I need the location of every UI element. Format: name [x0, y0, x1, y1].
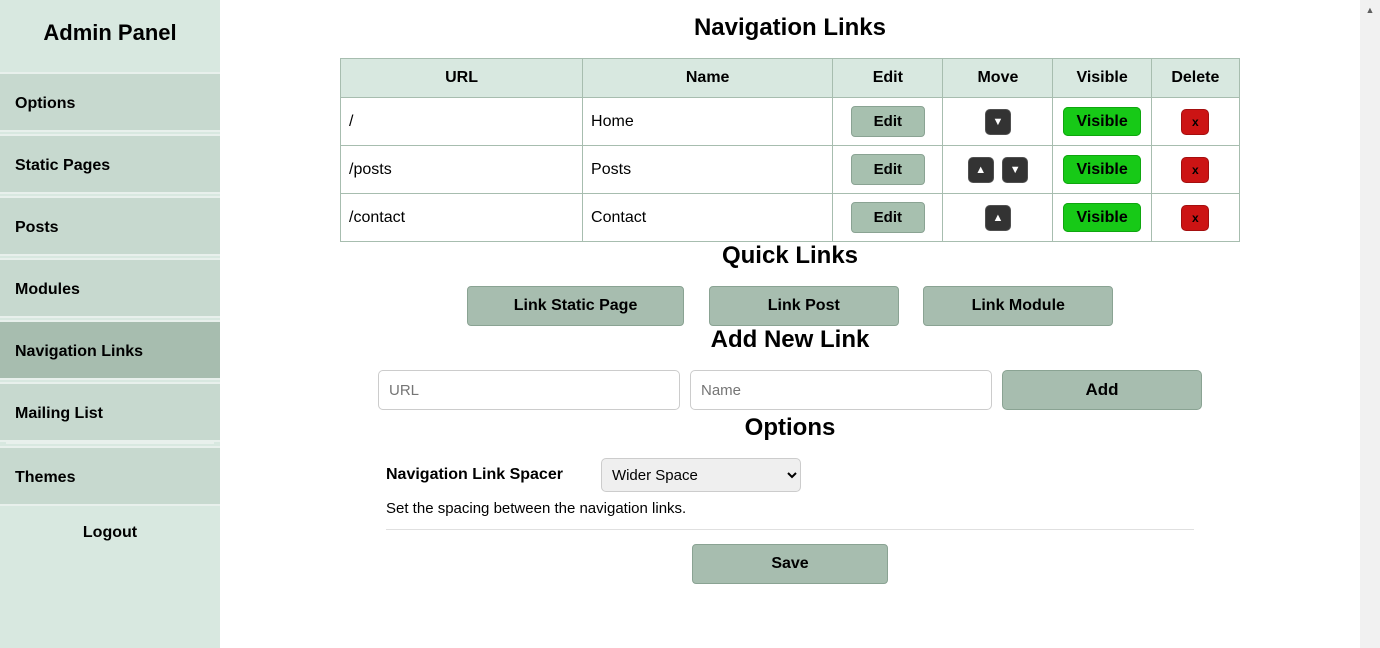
spacer-select[interactable]: Wider Space: [601, 458, 801, 492]
cell-url: /posts: [341, 146, 583, 194]
cell-name-value: Contact: [583, 194, 833, 242]
heading-add-new-link: Add New Link: [340, 326, 1240, 354]
th-name: Name: [583, 59, 833, 98]
delete-button[interactable]: x: [1181, 205, 1209, 231]
cell-name-value: Home: [583, 98, 833, 146]
spacer-description: Set the spacing between the navigation l…: [386, 500, 1194, 517]
move-up-button[interactable]: ▲: [985, 205, 1011, 231]
move-up-button[interactable]: ▲: [968, 157, 994, 183]
x-icon: x: [1192, 115, 1199, 129]
x-icon: x: [1192, 163, 1199, 177]
move-down-button[interactable]: ▼: [1002, 157, 1028, 183]
visible-toggle[interactable]: Visible: [1063, 203, 1140, 232]
edit-button[interactable]: Edit: [851, 202, 925, 233]
sidebar-item-options[interactable]: Options: [0, 72, 220, 132]
brand-title: Admin Panel: [0, 0, 220, 70]
visible-toggle[interactable]: Visible: [1063, 107, 1140, 136]
heading-quick-links: Quick Links: [340, 242, 1240, 270]
link-module-button[interactable]: Link Module: [923, 286, 1113, 326]
th-edit: Edit: [833, 59, 943, 98]
delete-button[interactable]: x: [1181, 157, 1209, 183]
heading-options: Options: [340, 414, 1240, 442]
sidebar-item-navigation-links[interactable]: Navigation Links: [0, 320, 220, 380]
th-move: Move: [943, 59, 1053, 98]
url-input[interactable]: [378, 370, 680, 410]
triangle-down-icon: ▼: [1010, 164, 1021, 176]
window-scrollbar[interactable]: ▲: [1360, 0, 1380, 648]
cell-url: /contact: [341, 194, 583, 242]
triangle-up-icon: ▲: [1360, 0, 1380, 20]
save-button[interactable]: Save: [692, 544, 887, 584]
x-icon: x: [1192, 211, 1199, 225]
visible-toggle[interactable]: Visible: [1063, 155, 1140, 184]
name-input[interactable]: [690, 370, 992, 410]
th-delete: Delete: [1151, 59, 1239, 98]
add-button[interactable]: Add: [1002, 370, 1202, 410]
main-content: Navigation Links URL Name Edit Move Visi…: [220, 0, 1360, 648]
delete-button[interactable]: x: [1181, 109, 1209, 135]
triangle-up-icon: ▲: [992, 212, 1003, 224]
th-url: URL: [341, 59, 583, 98]
link-post-button[interactable]: Link Post: [709, 286, 899, 326]
logout-link[interactable]: Logout: [0, 506, 220, 560]
table-row: / Home Edit ▼ Visible x: [341, 98, 1240, 146]
edit-button[interactable]: Edit: [851, 154, 925, 185]
triangle-up-icon: ▲: [975, 164, 986, 176]
triangle-down-icon: ▼: [992, 116, 1003, 128]
sidebar-item-mailing-list[interactable]: Mailing List: [0, 382, 220, 442]
links-table: URL Name Edit Move Visible Delete / Home…: [340, 58, 1240, 242]
options-divider: [386, 529, 1194, 530]
cell-url: /: [341, 98, 583, 146]
sidebar-item-static-pages[interactable]: Static Pages: [0, 134, 220, 194]
cell-name-value: Posts: [583, 146, 833, 194]
sidebar-item-modules[interactable]: Modules: [0, 258, 220, 318]
sidebar-item-themes[interactable]: Themes: [0, 446, 220, 506]
heading-navigation-links: Navigation Links: [340, 14, 1240, 42]
sidebar-item-posts[interactable]: Posts: [0, 196, 220, 256]
move-down-button[interactable]: ▼: [985, 109, 1011, 135]
link-static-page-button[interactable]: Link Static Page: [467, 286, 685, 326]
sidebar: Admin Panel Options Static Pages Posts M…: [0, 0, 220, 648]
spacer-label: Navigation Link Spacer: [386, 466, 563, 484]
edit-button[interactable]: Edit: [851, 106, 925, 137]
th-visible: Visible: [1053, 59, 1151, 98]
table-row: /contact Contact Edit ▲ Visible x: [341, 194, 1240, 242]
table-row: /posts Posts Edit ▲ ▼ Visible x: [341, 146, 1240, 194]
